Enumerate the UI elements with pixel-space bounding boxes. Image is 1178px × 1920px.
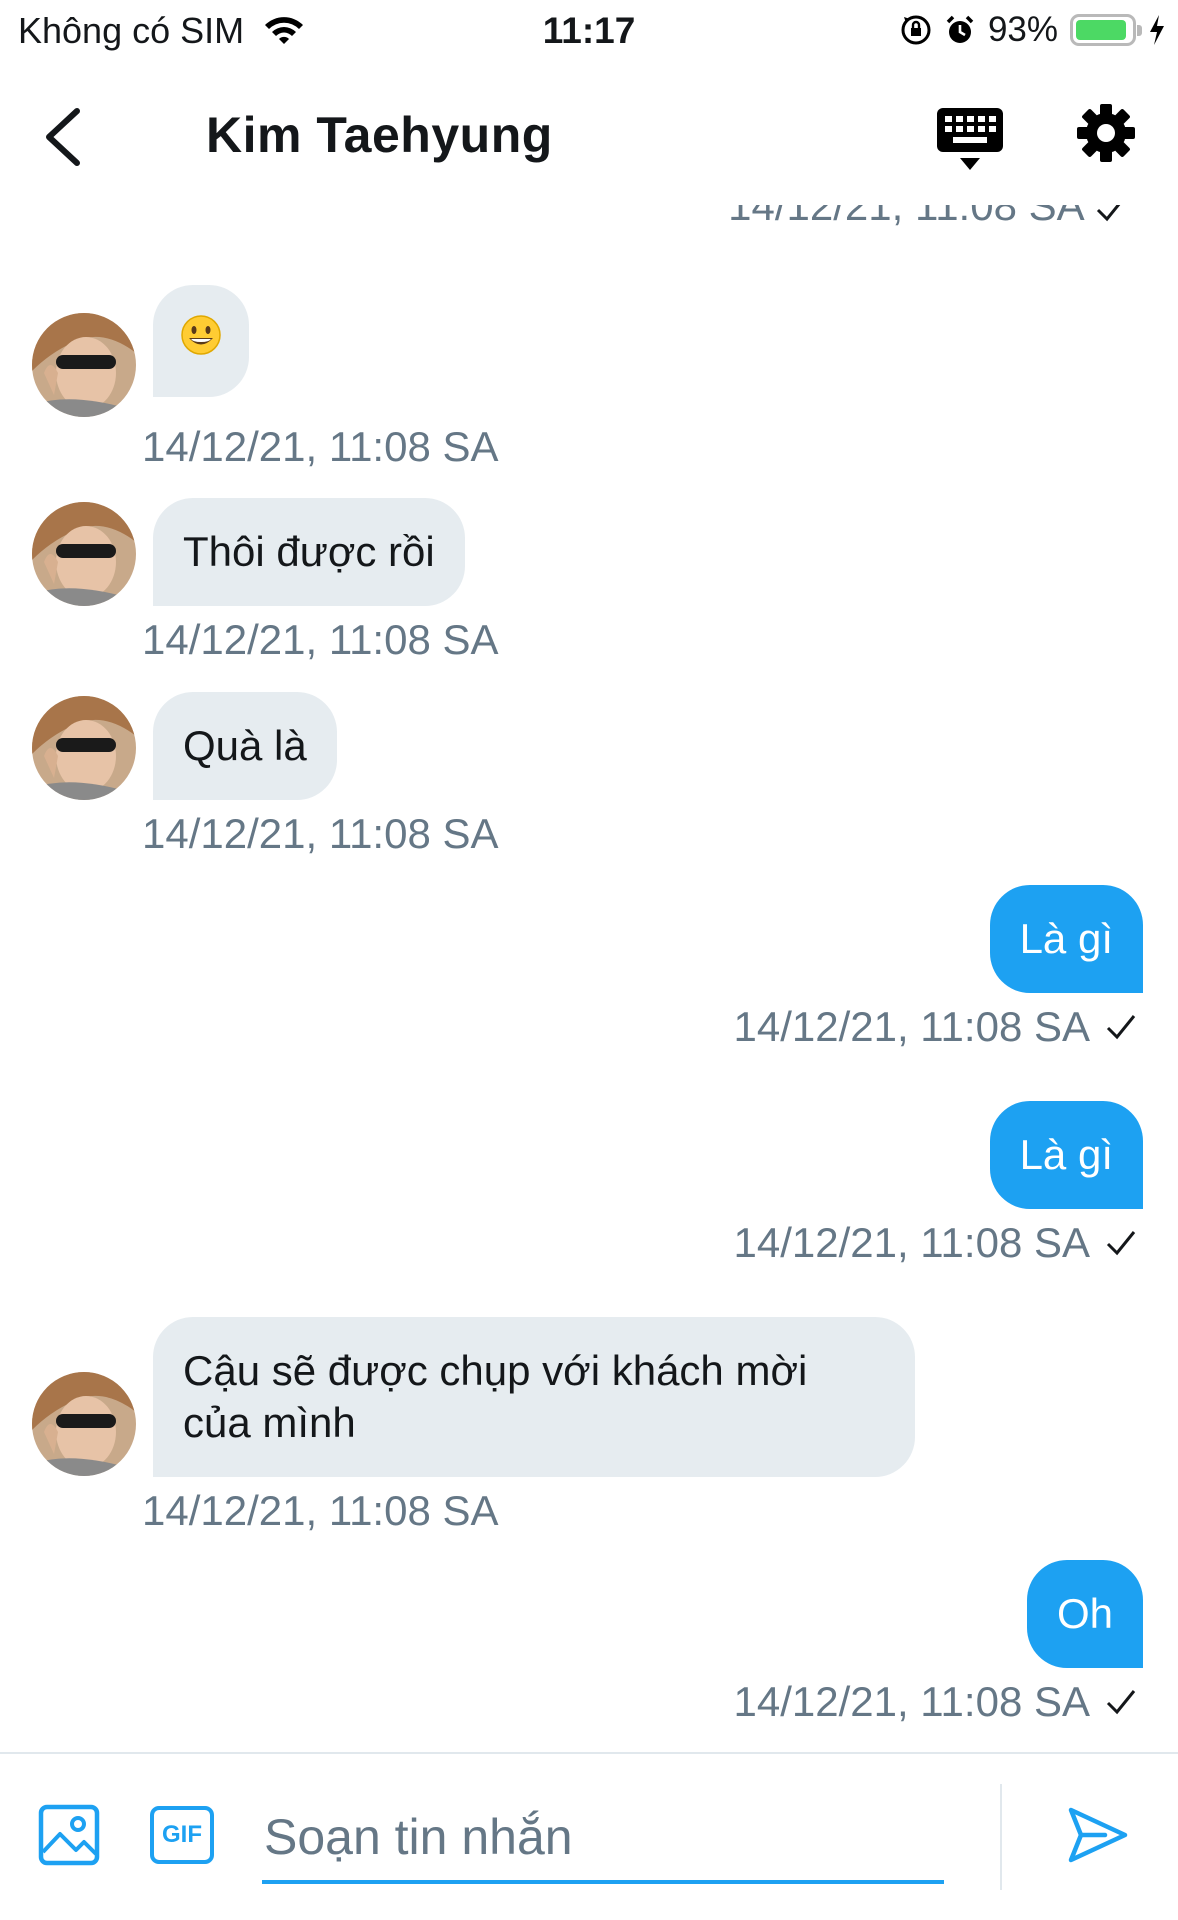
battery-percent: 93% — [987, 10, 1058, 49]
contact-photo — [32, 1372, 136, 1476]
contact-photo — [32, 696, 136, 800]
image-icon — [38, 1804, 100, 1866]
grinning-face-emoji — [181, 315, 221, 355]
message-timestamp: 14/12/21, 11:08 SA — [728, 205, 1128, 230]
alarm-icon — [946, 15, 974, 43]
message-composer: GIF — [0, 1752, 1178, 1920]
message-timestamp: 14/12/21, 11:08 SA — [733, 1219, 1138, 1267]
sent-check-icon — [1106, 1231, 1136, 1256]
message-list[interactable]: 14/12/21, 11:08 SA 14/12/21, 11:08 SA Th… — [0, 205, 1178, 1750]
message-line: Cậu sẽ được chụp với khách mời — [183, 1347, 808, 1394]
avatar[interactable] — [32, 313, 136, 417]
sent-check-icon — [1106, 1015, 1136, 1040]
status-indicators: 93% — [888, 10, 1166, 50]
keyboard-button[interactable] — [935, 104, 1005, 174]
keyboard-icon — [937, 108, 1003, 170]
gif-button[interactable]: GIF — [150, 1806, 214, 1864]
message-input[interactable] — [262, 1794, 944, 1884]
divider — [1000, 1784, 1002, 1890]
message-timestamp: 14/12/21, 11:08 SA — [733, 1003, 1138, 1051]
message-bubble[interactable]: Là gì — [989, 1101, 1143, 1209]
message-bubble[interactable]: Quà là — [153, 692, 337, 800]
send-button[interactable] — [1065, 1802, 1131, 1868]
message-timestamp: 14/12/21, 11:08 SA — [142, 616, 499, 663]
back-button[interactable] — [28, 102, 98, 172]
sent-check-icon — [1096, 205, 1121, 222]
send-icon — [1068, 1807, 1128, 1863]
message-bubble[interactable]: Thôi được rồi — [153, 498, 465, 606]
message-timestamp: 14/12/21, 11:08 SA — [733, 1678, 1138, 1726]
charging-bolt-icon — [1150, 15, 1164, 45]
avatar[interactable] — [32, 1372, 136, 1476]
battery-level — [1076, 20, 1127, 40]
contact-photo — [32, 313, 136, 417]
attach-image-button[interactable] — [38, 1804, 100, 1866]
contact-name[interactable]: Kim Taehyung — [206, 106, 553, 164]
avatar[interactable] — [32, 502, 136, 606]
contact-photo — [32, 502, 136, 606]
gear-icon — [1077, 104, 1135, 162]
message-timestamp: 14/12/21, 11:08 SA — [142, 810, 499, 857]
battery-icon — [1070, 14, 1142, 46]
message-timestamp: 14/12/21, 11:08 SA — [142, 1487, 499, 1534]
chat-screen: Không có SIM 11:17 93% Kim Taehyung 14/1… — [0, 0, 1178, 1920]
chevron-left-icon — [46, 108, 80, 166]
settings-button[interactable] — [1075, 102, 1141, 168]
message-bubble[interactable] — [153, 285, 249, 397]
message-line: của mình — [183, 1399, 356, 1446]
message-bubble[interactable]: Cậu sẽ được chụp với khách mời của mình — [153, 1317, 915, 1477]
status-bar: Không có SIM 11:17 93% — [0, 0, 1178, 60]
avatar[interactable] — [32, 696, 136, 800]
rotation-lock-icon — [901, 15, 931, 45]
chat-header: Kim Taehyung — [0, 60, 1178, 210]
message-timestamp: 14/12/21, 11:08 SA — [142, 423, 499, 470]
message-bubble[interactable]: Là gì — [989, 885, 1143, 993]
sent-check-icon — [1106, 1690, 1136, 1715]
message-bubble[interactable]: Oh — [1026, 1560, 1143, 1668]
